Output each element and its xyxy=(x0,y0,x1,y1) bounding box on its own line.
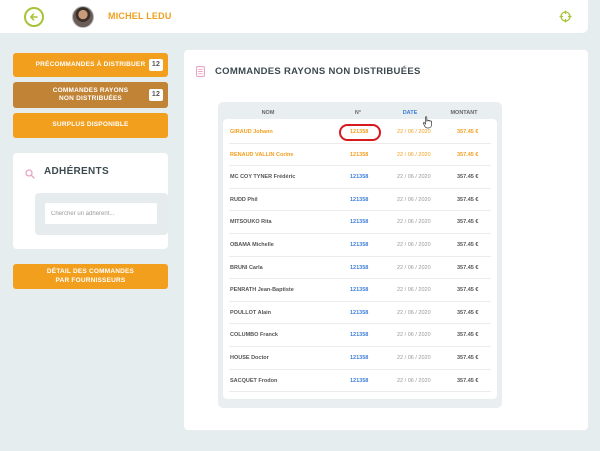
precommandes-label: PRÉCOMMANDES À DISTRIBUER xyxy=(35,60,146,68)
cell-montant: 357.45 € xyxy=(457,129,479,135)
precommandes-count-badge: 12 xyxy=(149,59,163,71)
cell-date: 22 / 06 / 2020 xyxy=(397,196,431,203)
cell-date: 22 / 06 / 2020 xyxy=(397,287,431,294)
cell-montant: 357.45 € xyxy=(457,377,479,384)
table-row[interactable]: RUDD Phil 121358 22 / 06 / 2020 357.45 € xyxy=(223,189,497,212)
cell-num[interactable]: 121358 xyxy=(350,152,368,158)
table-row[interactable]: GIRAUD Johann 121358 22 / 06 / 2020 357.45 … xyxy=(223,121,497,144)
row-divider xyxy=(229,391,491,393)
column-header-date[interactable]: DATE xyxy=(403,110,418,116)
hand-cursor-icon xyxy=(422,116,432,129)
cell-montant: 357.45 € xyxy=(457,264,479,271)
cell-num[interactable]: 121358 xyxy=(350,378,368,384)
cell-num[interactable]: 121358 xyxy=(350,219,368,225)
cell-date: 22 / 06 / 2020 xyxy=(397,264,431,271)
cell-num[interactable]: 121358 xyxy=(350,287,368,293)
detail-commandes-label: DÉTAIL DES COMMANDES PAR FOURNISSEURS xyxy=(46,268,135,284)
cell-num[interactable]: 121358 xyxy=(350,197,368,203)
surplus-button[interactable]: SURPLUS DISPONIBLE xyxy=(13,113,168,138)
cell-date: 22 / 06 / 2020 xyxy=(397,332,431,339)
cell-nom: MITSOUKO Rita xyxy=(230,219,272,226)
cell-num[interactable]: 121358 xyxy=(350,310,368,316)
cell-nom: OBAMA Michelle xyxy=(230,242,274,248)
cell-nom: BRUNI Carla xyxy=(230,264,263,271)
detail-commandes-button[interactable]: DÉTAIL DES COMMANDES PAR FOURNISSEURS xyxy=(13,264,168,289)
cell-nom: GIRAUD Johann xyxy=(230,129,273,135)
cell-montant: 357.45 € xyxy=(457,309,479,316)
table-row[interactable]: MC COY TYNER Frédéric 121358 22 / 06 / 202… xyxy=(223,166,497,189)
commandes-rayons-count-badge: 12 xyxy=(149,89,163,101)
column-header-nom[interactable]: NOM xyxy=(262,110,275,116)
cell-montant: 357.45 € xyxy=(457,332,479,339)
table-row[interactable]: OBAMA Michelle 121358 22 / 06 / 2020 357.45… xyxy=(223,234,497,257)
document-icon xyxy=(196,66,205,77)
column-header-num[interactable]: N° xyxy=(355,110,361,116)
cell-num[interactable]: 121358 xyxy=(350,242,368,248)
cell-date: 22 / 06 / 2020 xyxy=(397,174,431,181)
cell-montant: 357.45 € xyxy=(457,196,479,203)
table-row[interactable]: MITSOUKO Rita 121358 22 / 06 / 2020 357.45 … xyxy=(223,211,497,234)
table-row[interactable]: RENAUD VALLIN Corine 121358 22 / 06 / 2020… xyxy=(223,144,497,167)
highlight-circle xyxy=(339,124,381,141)
cell-nom: PENRATH Jean-Baptiste xyxy=(230,287,294,294)
table-row[interactable]: HOUSE Doctor 121358 22 / 06 / 2020 357.45 € xyxy=(223,347,497,370)
cell-montant: 357.45 € xyxy=(457,287,479,294)
surplus-label: SURPLUS DISPONIBLE xyxy=(52,121,129,129)
cell-nom: HOUSE Doctor xyxy=(230,355,269,361)
crosshair-icon[interactable] xyxy=(559,10,572,23)
table-row[interactable]: BRUNI Carla 121358 22 / 06 / 2020 357.45 € xyxy=(223,257,497,280)
page-title: COMMANDES RAYONS NON DISTRIBUÉES xyxy=(215,66,421,77)
cell-montant: 357.45 € xyxy=(457,242,479,248)
column-header-montant[interactable]: MONTANT xyxy=(450,110,477,116)
cell-num[interactable]: 121358 xyxy=(350,332,368,338)
table-row[interactable]: PENRATH Jean-Baptiste 121358 22 / 06 / 202… xyxy=(223,279,497,302)
cell-nom: RENAUD VALLIN Corine xyxy=(230,151,294,158)
cell-date: 22 / 06 / 2020 xyxy=(397,219,431,226)
cell-nom: SACQUET Frodon xyxy=(230,377,278,384)
cell-date: 22 / 06 / 2020 xyxy=(397,377,431,384)
cell-nom: RUDD Phil xyxy=(230,196,258,203)
cell-date: 22 / 06 / 2020 xyxy=(397,129,431,135)
table-row[interactable]: COLUMBO Franck 121358 22 / 06 / 2020 357.45… xyxy=(223,324,497,347)
cell-nom: MC COY TYNER Frédéric xyxy=(230,174,296,181)
cell-date: 22 / 06 / 2020 xyxy=(397,309,431,316)
cell-date: 22 / 06 / 2020 xyxy=(397,242,431,248)
arrow-left-icon xyxy=(30,13,38,21)
cell-nom: COLUMBO Franck xyxy=(230,332,278,339)
cell-montant: 357.45 € xyxy=(457,219,479,226)
cell-num[interactable]: 121358 xyxy=(350,265,368,271)
cell-montant: 357.45 € xyxy=(457,174,479,181)
avatar[interactable] xyxy=(72,6,94,28)
cell-montant: 357.45 € xyxy=(457,151,479,158)
top-bar: MICHEL LEDU xyxy=(0,0,588,33)
table-row[interactable]: SACQUET Frodon 121358 22 / 06 / 2020 357.45… xyxy=(223,370,497,393)
main-panel: COMMANDES RAYONS NON DISTRIBUÉES NOM N° … xyxy=(184,50,588,430)
adherents-card: ADHÉRENTS xyxy=(13,153,168,249)
precommandes-button[interactable]: PRÉCOMMANDES À DISTRIBUER 12 xyxy=(13,53,168,77)
adherent-search-box xyxy=(35,193,168,235)
commandes-rayons-label: COMMANDES RAYONS NON DISTRIBUÉES xyxy=(52,86,129,102)
commandes-rayons-button[interactable]: COMMANDES RAYONS NON DISTRIBUÉES 12 xyxy=(13,82,168,108)
cell-nom: POULLOT Alain xyxy=(230,309,272,316)
table-row[interactable]: POULLOT Alain 121358 22 / 06 / 2020 357.45 … xyxy=(223,302,497,325)
cell-num[interactable]: 121358 xyxy=(350,174,368,180)
user-name[interactable]: MICHEL LEDU xyxy=(108,11,172,21)
search-icon xyxy=(25,169,35,179)
cell-num[interactable]: 121358 xyxy=(350,355,368,361)
cell-montant: 357.45 € xyxy=(457,355,479,361)
table-body: GIRAUD Johann 121358 22 / 06 / 2020 357.45 … xyxy=(223,119,497,399)
adherent-search-input[interactable] xyxy=(45,203,157,224)
orders-table: NOM N° DATE MONTANT GIRAUD Johann 121358 2… xyxy=(218,102,502,408)
cell-date: 22 / 06 / 2020 xyxy=(397,151,431,158)
adherents-title: ADHÉRENTS xyxy=(44,166,109,177)
cell-date: 22 / 06 / 2020 xyxy=(397,355,431,361)
back-button[interactable] xyxy=(24,7,44,27)
